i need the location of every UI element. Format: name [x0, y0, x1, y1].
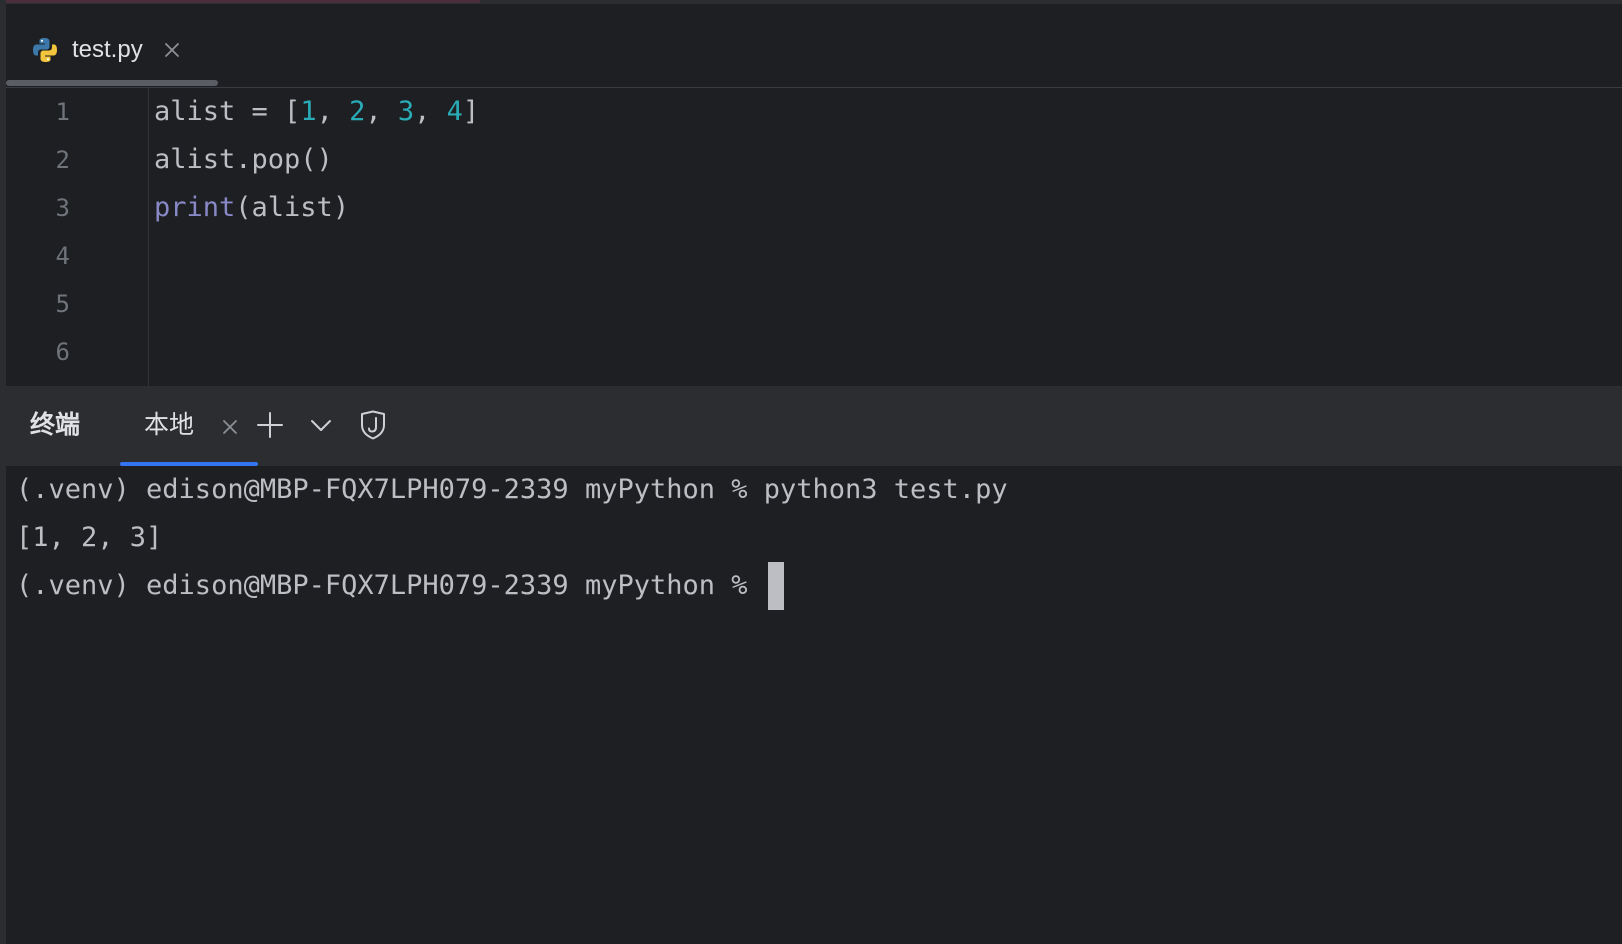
terminal-prompt: (.venv) edison@MBP-FQX7LPH079-2339 myPyt… — [16, 570, 764, 601]
code-text: (alist) — [235, 192, 350, 223]
code-text: , — [414, 96, 447, 127]
line-number: 6 — [55, 338, 70, 366]
terminal-line: [1, 2, 3] — [16, 522, 163, 553]
code-number: 1 — [300, 96, 317, 127]
code-text: ] — [462, 96, 480, 127]
editor-tab-bar: test.py — [6, 4, 1622, 88]
code-text: alist = [ — [154, 96, 301, 127]
line-number: 4 — [55, 242, 70, 270]
code-number: 4 — [446, 96, 463, 127]
line-number-gutter: 1 2 3 4 5 6 — [6, 88, 149, 386]
code-editor[interactable]: 1 2 3 4 5 6 alist = [1, 2, 3, 4] alist.p… — [6, 88, 1622, 386]
tab-filename: test.py — [72, 36, 143, 63]
chevron-down-icon — [311, 420, 331, 431]
editor-tab-test-py[interactable]: test.py — [30, 26, 181, 74]
code-builtin: print — [154, 192, 236, 223]
new-terminal-button[interactable] — [253, 408, 287, 442]
code-line-3[interactable]: print(alist) — [154, 184, 349, 232]
line-number: 5 — [55, 290, 70, 318]
code-text: , — [316, 96, 350, 127]
terminal-cursor — [767, 562, 784, 610]
close-icon[interactable] — [221, 418, 239, 436]
top-accent — [0, 0, 480, 3]
terminal-output[interactable]: (.venv) edison@MBP-FQX7LPH079-2339 myPyt… — [6, 466, 1622, 944]
line-number: 1 — [55, 98, 70, 126]
code-line-1[interactable]: alist = [1, 2, 3, 4] — [154, 88, 479, 136]
code-line-2[interactable]: alist.pop() — [154, 136, 333, 184]
terminal-shield-button[interactable] — [356, 408, 390, 442]
terminal-header: 终端 本地 — [6, 386, 1622, 466]
terminal-tab-label: 本地 — [144, 411, 195, 439]
line-number: 3 — [55, 194, 70, 222]
tab-scrollbar[interactable] — [6, 80, 218, 86]
close-icon[interactable] — [163, 41, 181, 59]
terminal-prompt-line[interactable]: (.venv) edison@MBP-FQX7LPH079-2339 myPyt… — [16, 562, 784, 610]
shield-j-icon — [361, 410, 385, 440]
terminal-tab-local[interactable]: 本地 — [120, 386, 258, 466]
plus-icon — [257, 412, 283, 438]
terminal-line: (.venv) edison@MBP-FQX7LPH079-2339 myPyt… — [16, 474, 1008, 505]
code-text: , — [365, 96, 398, 127]
python-icon — [33, 38, 57, 62]
line-number: 2 — [55, 146, 70, 174]
terminal-title: 终端 — [30, 411, 81, 439]
code-number: 2 — [349, 96, 366, 127]
terminal-dropdown-button[interactable] — [304, 408, 338, 442]
code-number: 3 — [397, 96, 415, 127]
